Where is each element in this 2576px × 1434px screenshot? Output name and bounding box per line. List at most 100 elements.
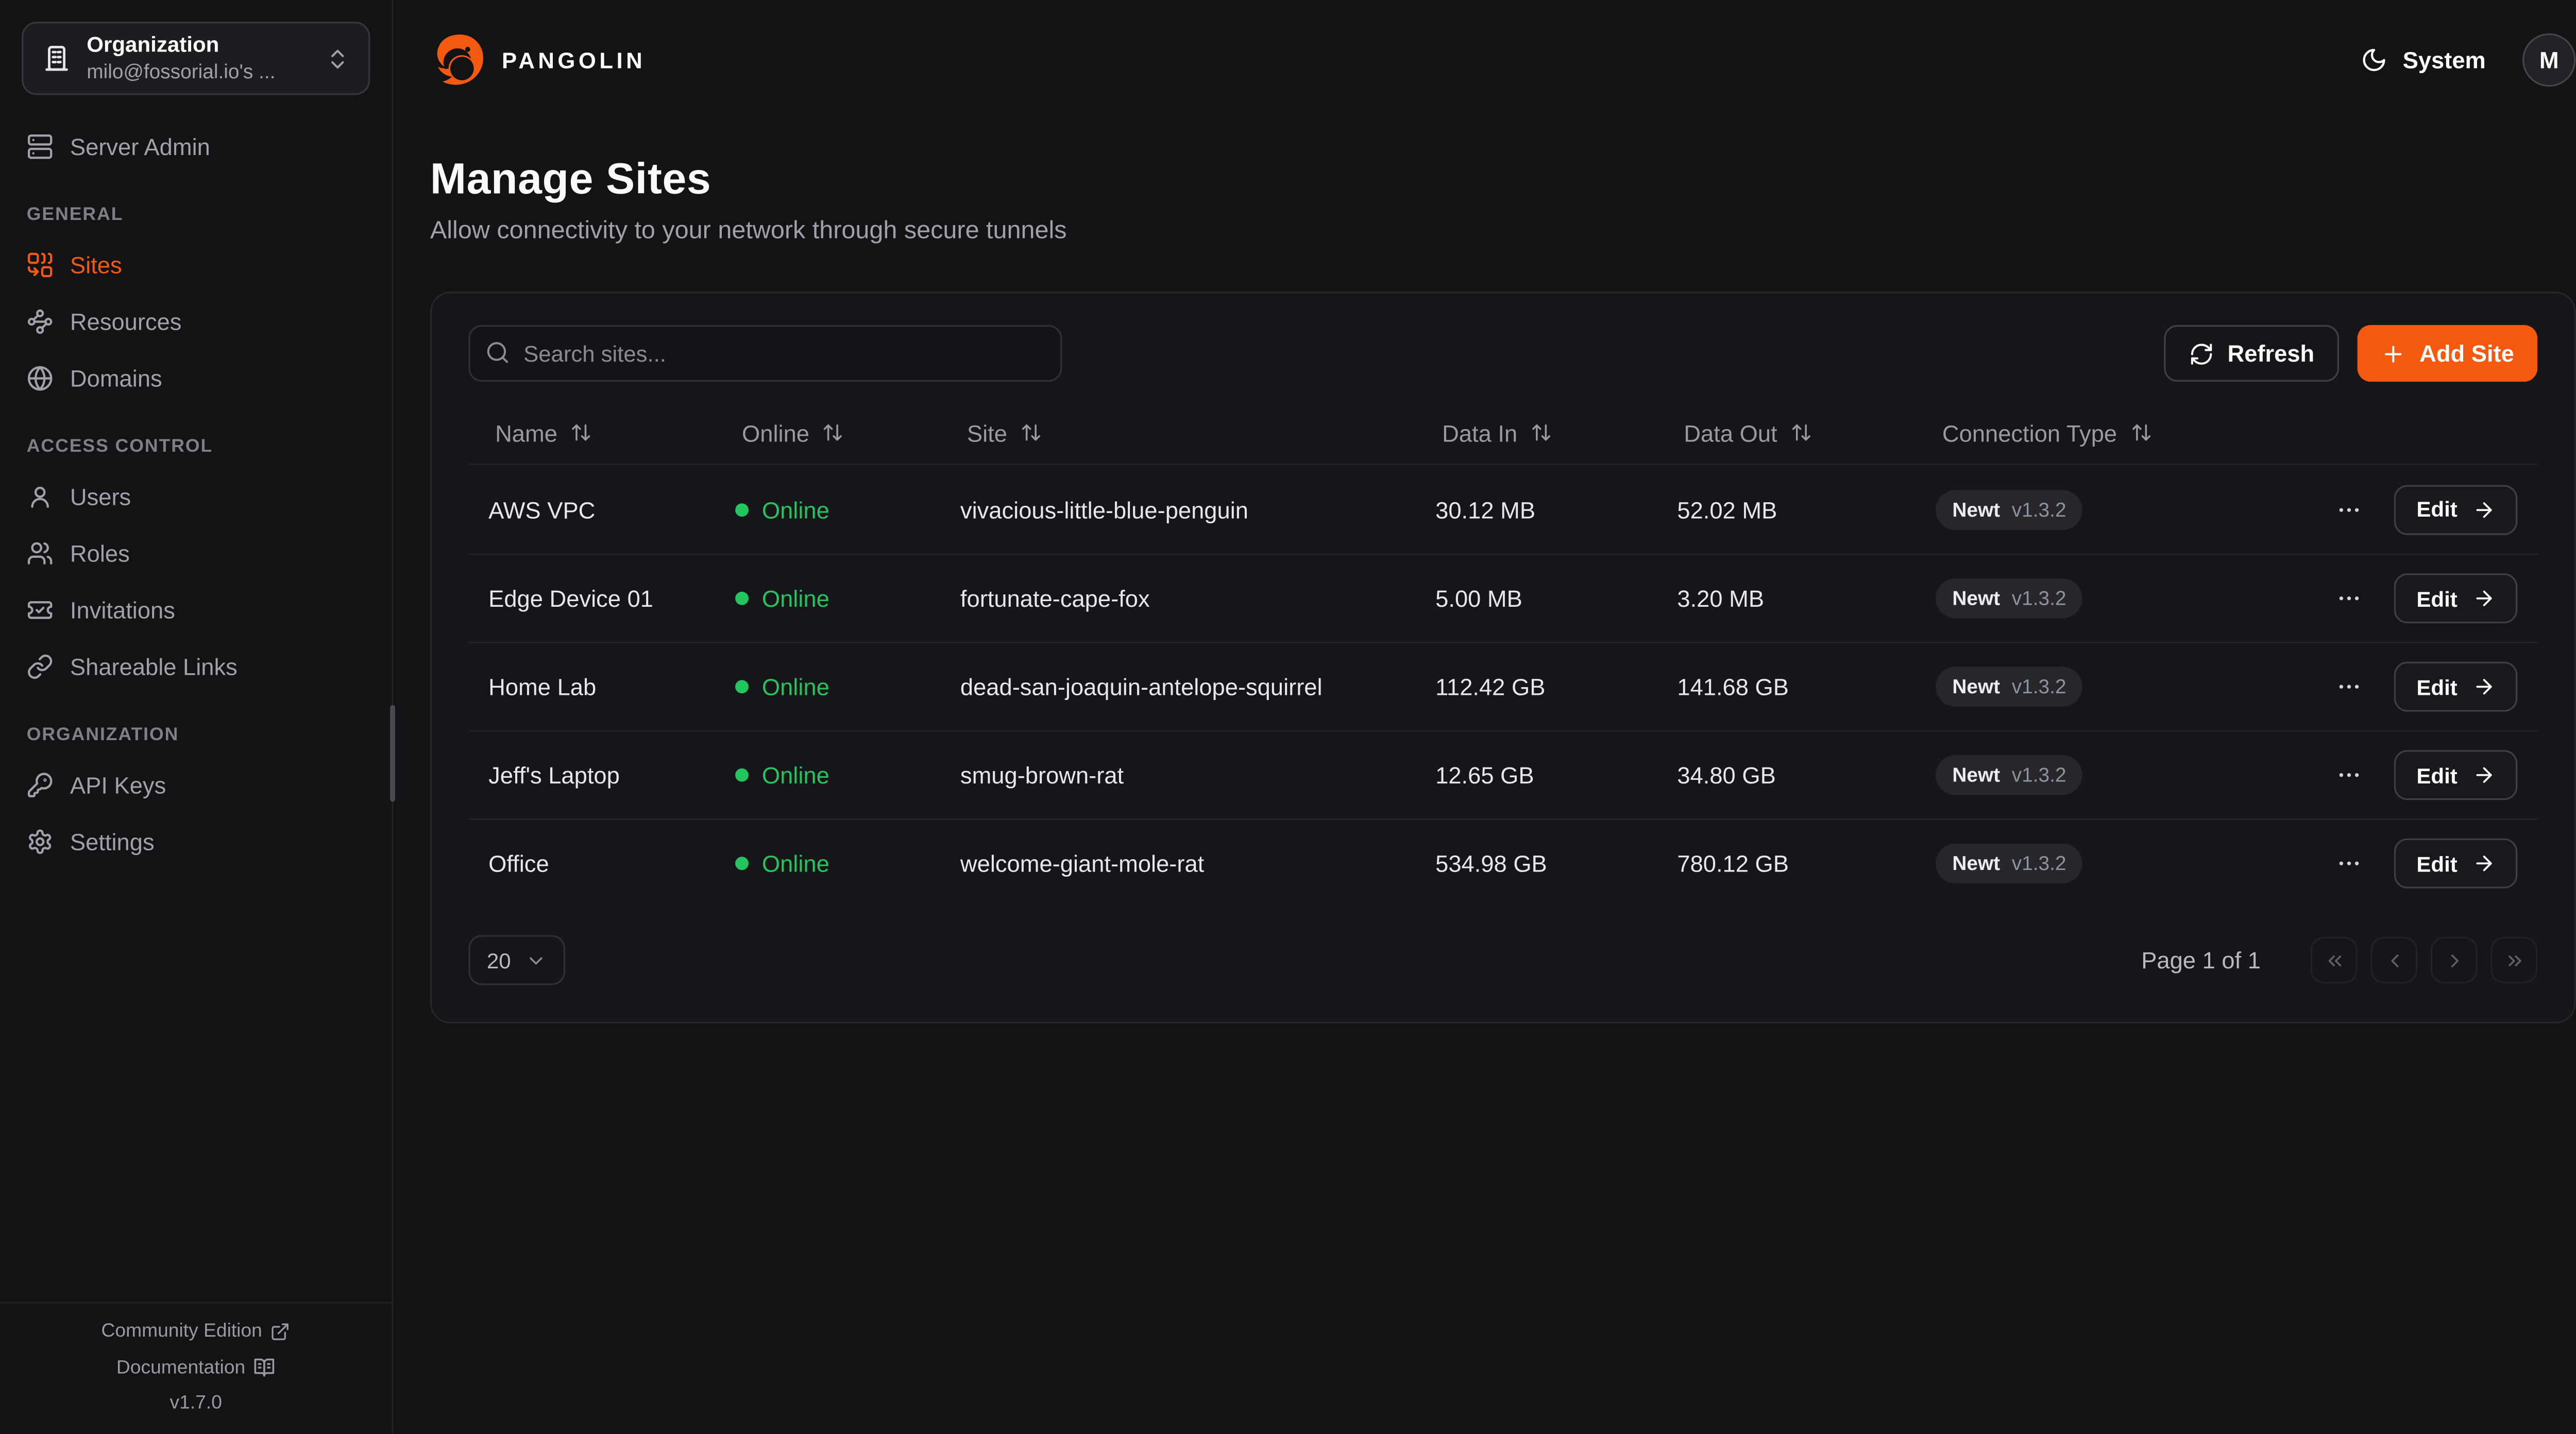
org-selector-label: Organization — [87, 32, 310, 60]
nav-section-organization: ORGANIZATION — [27, 725, 370, 745]
site-name-cell: Home Lab — [468, 673, 715, 700]
refresh-button[interactable]: Refresh — [2164, 325, 2340, 382]
data-in-cell: 112.42 GB — [1415, 673, 1657, 700]
user-icon — [27, 483, 54, 510]
data-out-cell: 52.02 MB — [1657, 496, 1916, 523]
data-out-cell: 780.12 GB — [1657, 850, 1916, 877]
connection-type-badge: Newt v1.3.2 — [1936, 489, 2083, 530]
connection-type-cell: Newt v1.3.2 — [1916, 755, 2307, 795]
building-icon — [42, 43, 72, 73]
chevron-down-icon — [526, 949, 548, 971]
site-name-cell: Office — [468, 850, 715, 877]
edit-button-label: Edit — [2416, 674, 2457, 699]
column-label: Site — [967, 419, 1007, 446]
chevron-right-icon — [2443, 949, 2465, 971]
row-menu-button[interactable] — [2333, 670, 2367, 704]
sidebar-item-label: Users — [70, 483, 131, 510]
topbar-right: System M — [2361, 33, 2576, 87]
connection-type-name: Newt — [1952, 675, 2000, 698]
row-actions-cell: Edit — [2308, 839, 2538, 889]
sidebar: Organization milo@fossorial.io's ... Ser… — [0, 0, 394, 1433]
arrow-right-icon — [2472, 498, 2496, 521]
next-page-button[interactable] — [2431, 937, 2478, 984]
connection-type-cell: Newt v1.3.2 — [1916, 843, 2307, 883]
column-label: Data In — [1442, 419, 1517, 446]
site-status-cell: Online — [715, 673, 940, 700]
pangolin-logo-icon — [430, 31, 487, 88]
community-edition-label: Community Edition — [101, 1322, 262, 1342]
column-header-name[interactable]: Name — [468, 419, 715, 446]
prev-page-button[interactable] — [2371, 937, 2418, 984]
connection-type-badge: Newt v1.3.2 — [1936, 755, 2083, 795]
sidebar-item-api-keys[interactable]: API Keys — [22, 757, 370, 813]
site-status-cell: Online — [715, 762, 940, 789]
sidebar-item-label: Server Admin — [70, 133, 210, 160]
chevrons-right-icon — [2503, 949, 2525, 971]
sidebar-item-users[interactable]: Users — [22, 468, 370, 525]
sidebar-item-server-admin[interactable]: Server Admin — [22, 118, 370, 175]
ellipsis-icon — [2336, 585, 2363, 612]
brand-link[interactable]: PANGOLIN — [430, 31, 646, 88]
column-header-online[interactable]: Online — [715, 419, 940, 446]
column-header-site[interactable]: Site — [940, 419, 1415, 446]
sidebar-item-roles[interactable]: Roles — [22, 525, 370, 582]
nav-section-access-control: ACCESS CONTROL — [27, 437, 370, 457]
data-out-cell: 141.68 GB — [1657, 673, 1916, 700]
add-site-button[interactable]: Add Site — [2358, 325, 2537, 382]
row-menu-button[interactable] — [2333, 582, 2367, 615]
connection-type-version: v1.3.2 — [2012, 498, 2066, 521]
sort-icon — [1021, 422, 1042, 443]
sites-table: Name Online Site Data In — [468, 402, 2537, 907]
sidebar-resize-handle[interactable] — [390, 705, 395, 802]
edit-button-label: Edit — [2416, 586, 2457, 611]
sidebar-nav: Server Admin GENERAL Sites Resources Dom — [0, 105, 392, 870]
site-name-cell: Jeff's Laptop — [468, 762, 715, 789]
ticket-check-icon — [27, 596, 54, 623]
sort-icon — [1791, 422, 1812, 443]
sidebar-footer: Community Edition Documentation v1.7.0 — [0, 1302, 392, 1433]
sidebar-item-label: Roles — [70, 540, 130, 567]
column-label: Online — [742, 419, 809, 446]
online-label: Online — [762, 850, 829, 877]
data-in-cell: 5.00 MB — [1415, 585, 1657, 612]
org-selector[interactable]: Organization milo@fossorial.io's ... — [22, 22, 370, 95]
sidebar-item-label: Settings — [70, 828, 155, 855]
column-header-connection-type[interactable]: Connection Type — [1916, 419, 2307, 446]
edit-button[interactable]: Edit — [2395, 839, 2517, 889]
table-row: Office Online welcome-giant-mole-rat 534… — [468, 818, 2537, 907]
sidebar-item-settings[interactable]: Settings — [22, 813, 370, 870]
external-link-icon — [270, 1322, 291, 1342]
row-menu-button[interactable] — [2333, 758, 2367, 792]
sidebar-item-shareable-links[interactable]: Shareable Links — [22, 638, 370, 695]
edit-button[interactable]: Edit — [2395, 750, 2517, 800]
row-menu-button[interactable] — [2333, 847, 2367, 880]
connection-type-name: Newt — [1952, 763, 2000, 787]
community-edition-link[interactable]: Community Edition — [10, 1322, 382, 1342]
first-page-button[interactable] — [2311, 937, 2358, 984]
connection-type-version: v1.3.2 — [2012, 852, 2066, 875]
column-header-data-in[interactable]: Data In — [1415, 419, 1657, 446]
row-menu-button[interactable] — [2333, 492, 2367, 526]
connection-type-badge: Newt v1.3.2 — [1936, 578, 2083, 619]
sidebar-item-sites[interactable]: Sites — [22, 237, 370, 294]
topbar: PANGOLIN System M — [430, 0, 2576, 120]
sidebar-item-domains[interactable]: Domains — [22, 350, 370, 407]
page-size-select[interactable]: 20 — [468, 935, 566, 985]
search-input[interactable] — [468, 325, 1062, 382]
connection-type-version: v1.3.2 — [2012, 763, 2066, 787]
edit-button[interactable]: Edit — [2395, 484, 2517, 534]
site-slug-cell: fortunate-cape-fox — [940, 585, 1415, 612]
globe-icon — [27, 365, 54, 392]
page-title: Manage Sites — [430, 153, 2576, 205]
column-header-data-out[interactable]: Data Out — [1657, 419, 1916, 446]
sidebar-item-resources[interactable]: Resources — [22, 294, 370, 350]
avatar[interactable]: M — [2522, 33, 2576, 87]
theme-toggle[interactable]: System — [2361, 47, 2486, 74]
sidebar-item-invitations[interactable]: Invitations — [22, 582, 370, 638]
documentation-link[interactable]: Documentation — [10, 1357, 382, 1378]
last-page-button[interactable] — [2491, 937, 2538, 984]
connection-type-cell: Newt v1.3.2 — [1916, 489, 2307, 530]
edit-button[interactable]: Edit — [2395, 573, 2517, 623]
connection-type-version: v1.3.2 — [2012, 587, 2066, 610]
edit-button[interactable]: Edit — [2395, 662, 2517, 712]
